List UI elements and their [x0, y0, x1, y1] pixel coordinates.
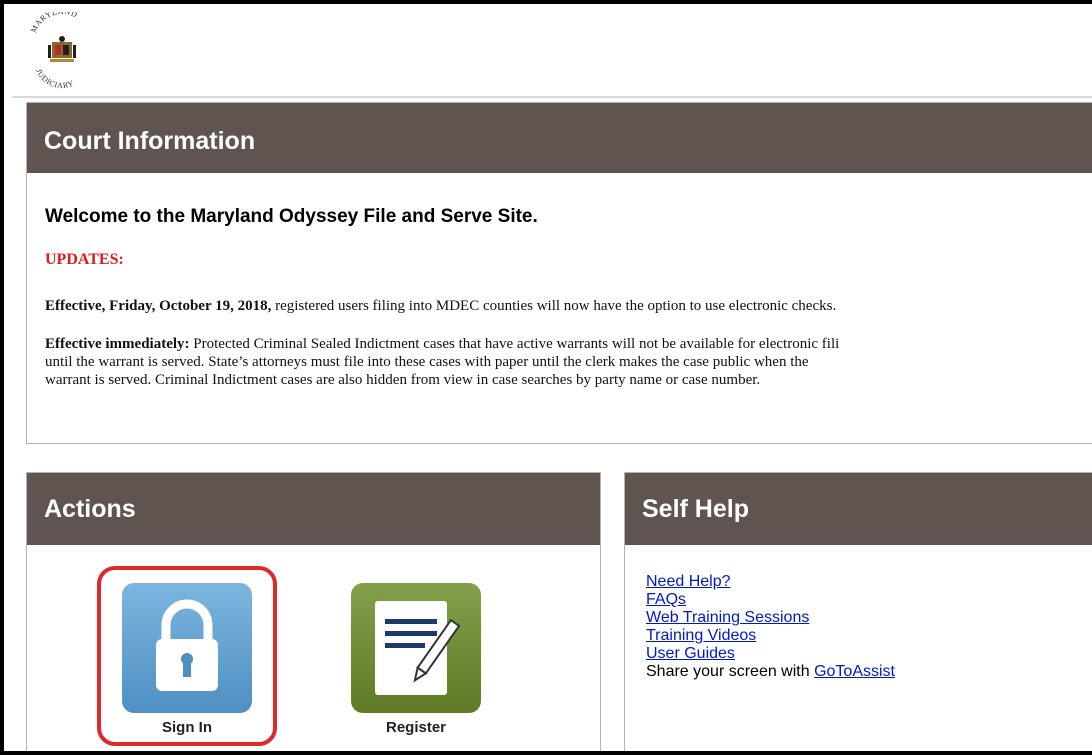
update-electronic-checks: Effective, Friday, October 19, 2018, reg…: [45, 297, 836, 315]
register-label[interactable]: Register: [351, 719, 481, 736]
actions-title: Actions: [27, 473, 600, 545]
page-frame: MARYLAND JUDICIARY Court Information Wel…: [4, 4, 1092, 751]
web-training-sessions-link[interactable]: Web Training Sessions: [646, 609, 895, 627]
self-help-title: Self Help: [625, 473, 1092, 545]
share-screen-prefix: Share your screen with: [646, 663, 815, 680]
share-screen-text: Share your screen with GoToAssist: [646, 663, 895, 681]
need-help-link[interactable]: Need Help?: [646, 573, 895, 591]
update-sealed-indictment: Effective immediately: Protected Crimina…: [45, 335, 839, 389]
faqs-link[interactable]: FAQs: [646, 591, 895, 609]
svg-text:JUDICIARY: JUDICIARY: [34, 67, 75, 90]
training-videos-link[interactable]: Training Videos: [646, 627, 895, 645]
court-information-panel: Court Information Welcome to the Marylan…: [26, 102, 1092, 444]
updates-label: UPDATES:: [45, 251, 124, 268]
update-sealed-indictment-line2: until the warrant is served. State’s att…: [45, 354, 809, 370]
update-sealed-indictment-line1: Protected Criminal Sealed Indictment cas…: [189, 336, 840, 352]
court-information-title: Court Information: [27, 103, 1092, 173]
maryland-judiciary-logo: MARYLAND JUDICIARY: [29, 12, 79, 90]
update-sealed-indictment-line3: warrant is served. Criminal Indictment c…: [45, 372, 761, 388]
svg-text:MARYLAND: MARYLAND: [29, 12, 79, 34]
update-sealed-indictment-label: Effective immediately:: [45, 336, 190, 352]
header-divider: [12, 96, 1092, 98]
welcome-heading: Welcome to the Maryland Odyssey File and…: [45, 206, 538, 227]
update-electronic-checks-text: registered users filing into MDEC counti…: [271, 298, 837, 314]
register-form-icon: [375, 601, 461, 695]
update-electronic-checks-date: Effective, Friday, October 19, 2018,: [45, 298, 272, 314]
sign-in-highlight: [97, 566, 277, 746]
user-guides-link[interactable]: User Guides: [646, 645, 895, 663]
self-help-links: Need Help? FAQs Web Training Sessions Tr…: [646, 573, 895, 681]
register-button[interactable]: [351, 583, 481, 713]
gotoassist-link[interactable]: GoToAssist: [814, 663, 895, 680]
